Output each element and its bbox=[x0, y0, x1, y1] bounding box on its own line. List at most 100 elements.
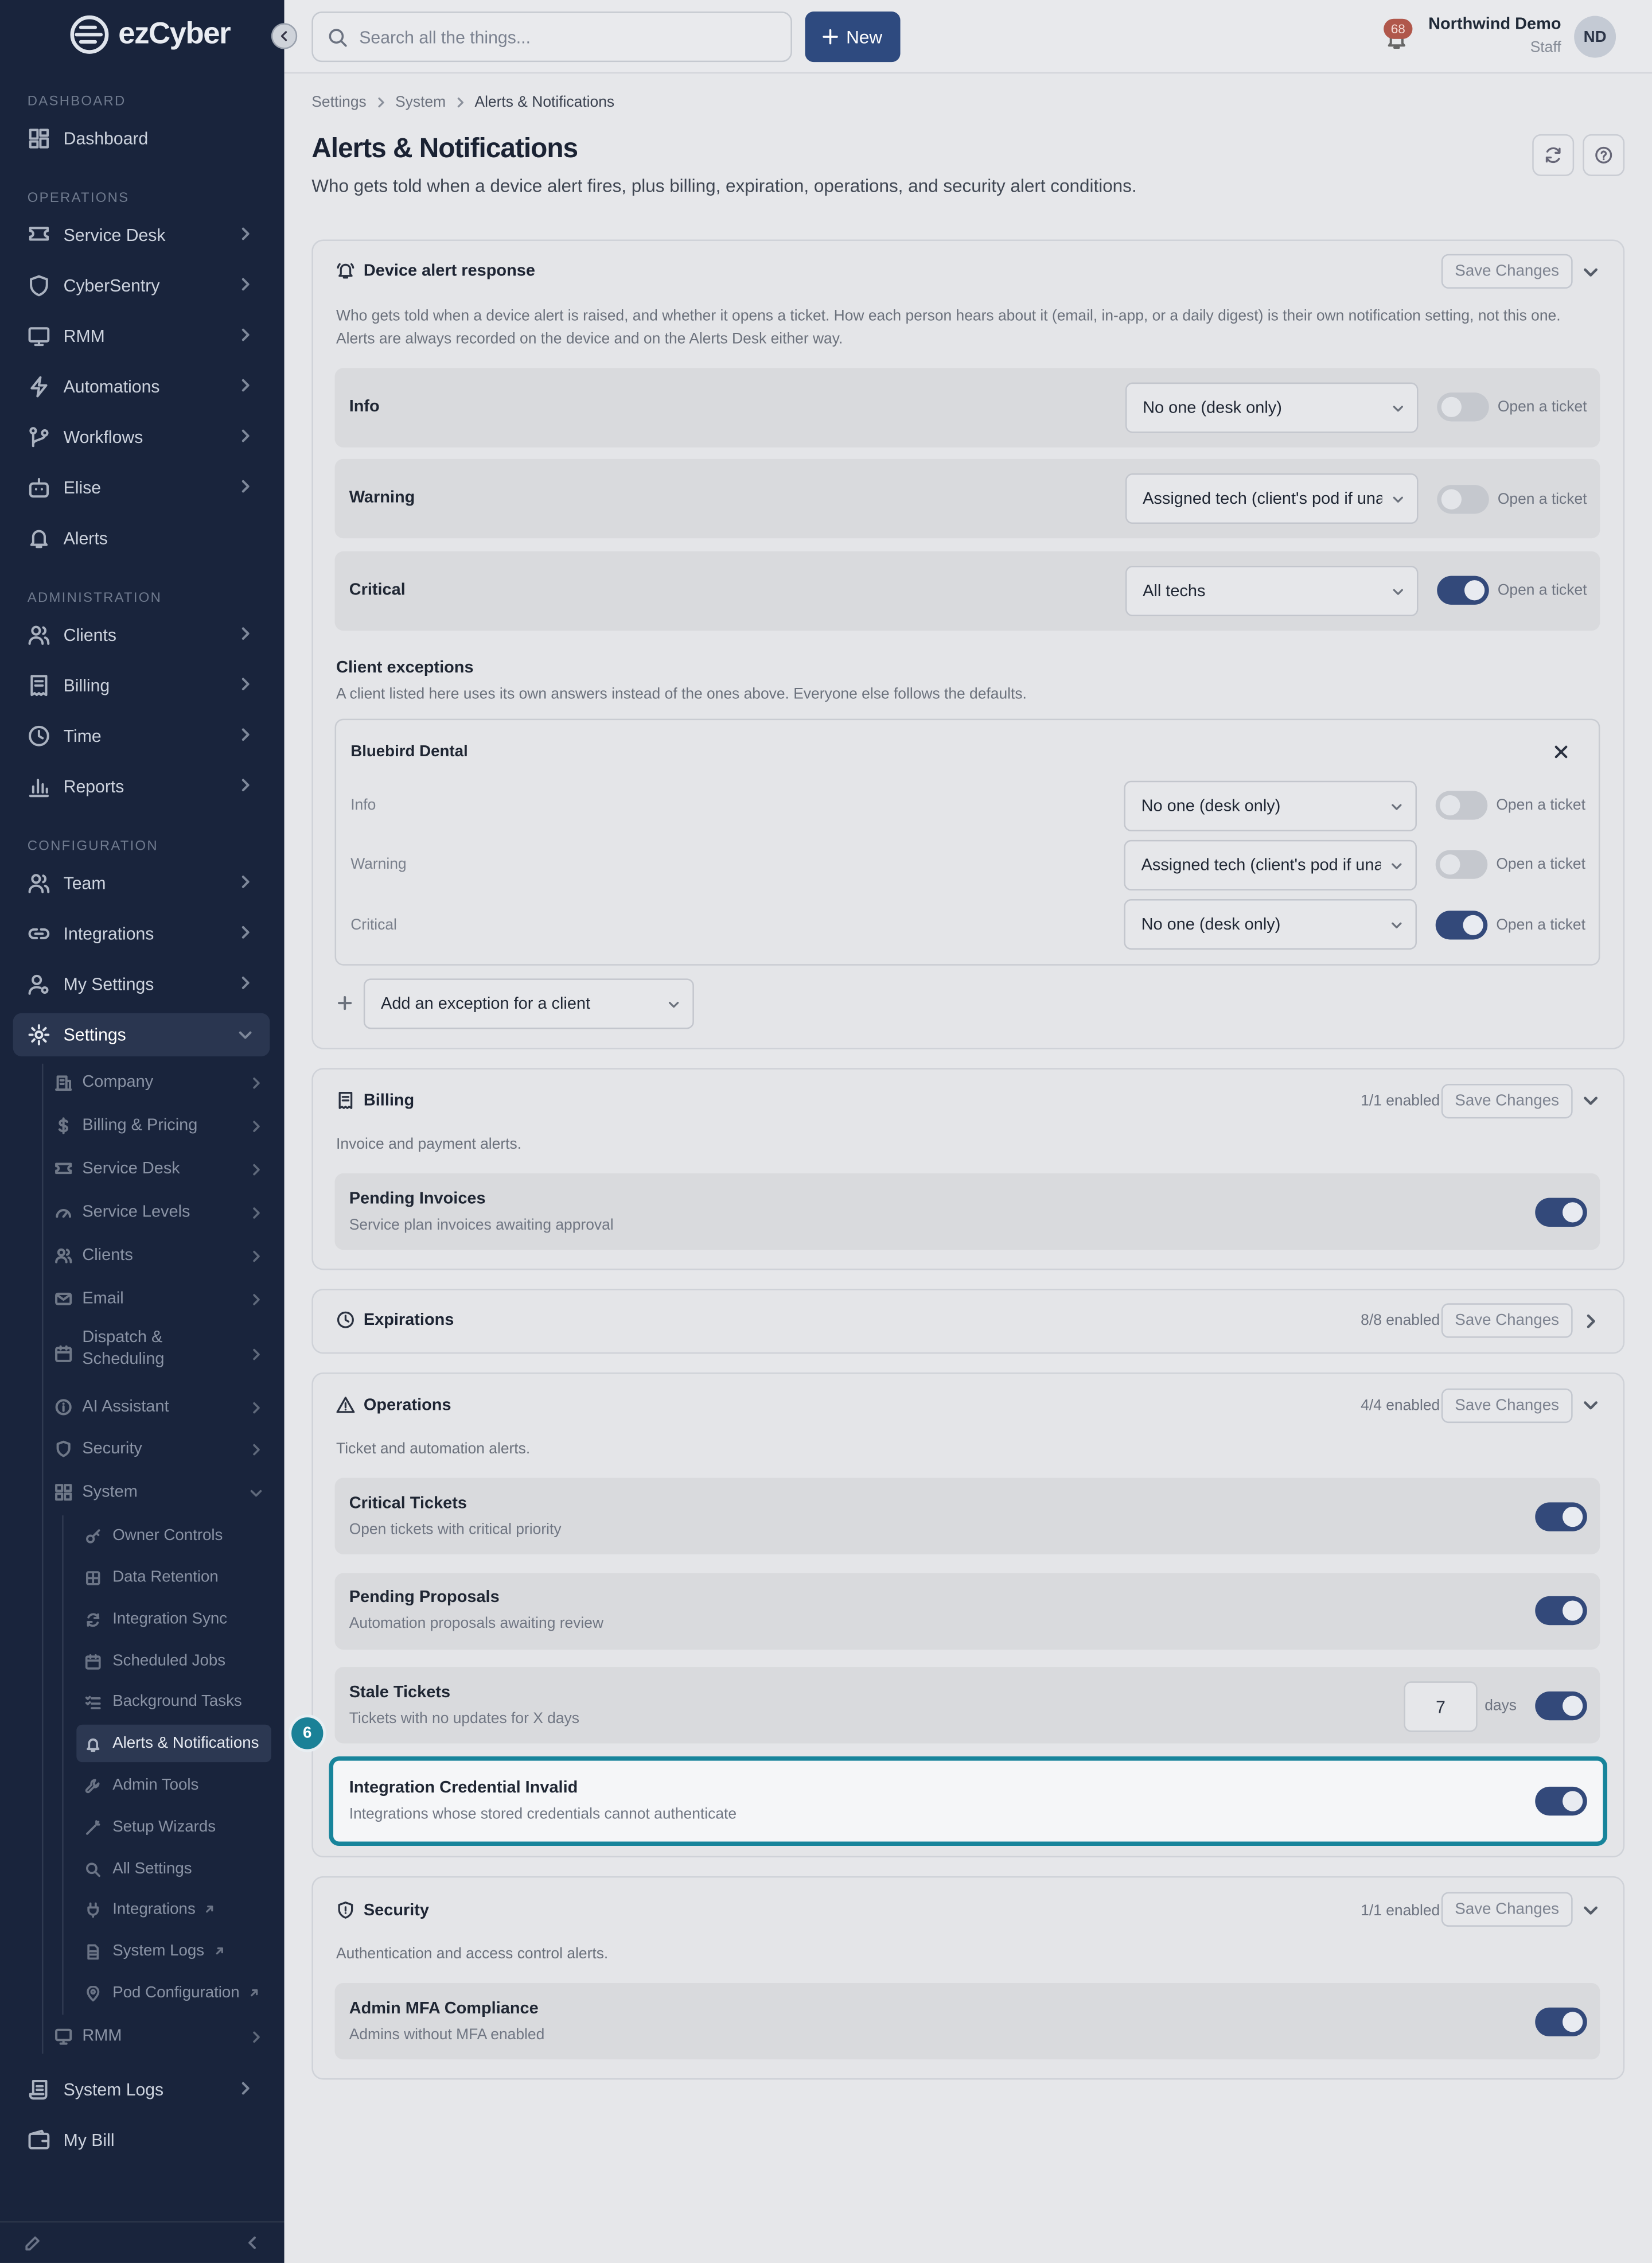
logo[interactable]: ezCyber bbox=[64, 14, 231, 55]
recipient-select-critical[interactable]: All techs bbox=[1125, 565, 1419, 617]
chevron-down-icon[interactable] bbox=[1583, 1092, 1599, 1109]
sidebar-item-billing[interactable]: Billing bbox=[28, 666, 270, 706]
system-sub-background-tasks[interactable]: Background Tasks bbox=[76, 1683, 271, 1720]
settings-sub-rmm[interactable]: RMM bbox=[55, 2019, 271, 2054]
collapse-sidebar-button[interactable] bbox=[271, 23, 298, 49]
system-sub-pod-configuration[interactable]: Pod Configuration bbox=[76, 1974, 271, 2012]
notification-count-badge[interactable]: 68 bbox=[1384, 18, 1413, 39]
system-sub-alerts-notifications[interactable]: Alerts & Notifications bbox=[76, 1724, 271, 1763]
system-sub-setup-wizards[interactable]: Setup Wizards bbox=[76, 1809, 271, 1846]
open-ticket-toggle-critical[interactable] bbox=[1437, 576, 1489, 605]
sidebar-item-integrations[interactable]: Integrations bbox=[28, 913, 270, 954]
settings-sub-security[interactable]: Security bbox=[55, 1432, 271, 1466]
sidebar-item-service-desk[interactable]: Service Desk bbox=[28, 215, 270, 255]
system-sub-admin-tools[interactable]: Admin Tools bbox=[76, 1767, 271, 1804]
billing-title: Billing bbox=[336, 1091, 414, 1110]
security-save-button[interactable]: Save Changes bbox=[1441, 1892, 1573, 1927]
exception-select-critical[interactable]: No one (desk only) bbox=[1124, 899, 1417, 950]
new-button[interactable]: New bbox=[805, 11, 901, 63]
collapse-sidebar-icon[interactable] bbox=[246, 2235, 260, 2250]
toggle-knob bbox=[1440, 795, 1460, 816]
exception-select-info[interactable]: No one (desk only) bbox=[1124, 780, 1417, 831]
sidebar-item-cybersentry[interactable]: CyberSentry bbox=[28, 266, 270, 306]
sidebar-item-system-logs[interactable]: System Logs bbox=[28, 2070, 270, 2110]
exception-ticket-toggle-info[interactable] bbox=[1435, 791, 1488, 820]
sub-label: Alerts & Notifications bbox=[112, 1735, 259, 1752]
desc-line-2: Alerts are always recorded on the device… bbox=[336, 330, 843, 348]
sub-label: All Settings bbox=[112, 1860, 192, 1878]
system-sub-scheduled-jobs[interactable]: Scheduled Jobs bbox=[76, 1642, 271, 1679]
exception-ticket-toggle-warning[interactable] bbox=[1435, 850, 1488, 879]
chevron-down-icon[interactable] bbox=[1583, 1397, 1599, 1413]
expirations-title[interactable]: Expirations bbox=[336, 1311, 454, 1329]
system-sub-data-retention[interactable]: Data Retention bbox=[76, 1559, 271, 1596]
pending-invoices-toggle[interactable] bbox=[1535, 1197, 1587, 1227]
sidebar-item-workflows[interactable]: Workflows bbox=[28, 417, 270, 457]
sidebar-item-my-bill[interactable]: My Bill bbox=[28, 2120, 270, 2160]
sidebar-item-rmm[interactable]: RMM bbox=[28, 316, 270, 356]
exception-ticket-toggle-critical[interactable] bbox=[1435, 911, 1488, 940]
system-sub-integrations[interactable]: Integrations bbox=[76, 1891, 271, 1928]
chevron-down-icon[interactable] bbox=[1583, 1902, 1599, 1918]
settings-sub-clients[interactable]: Clients bbox=[55, 1238, 271, 1273]
integration-credential-toggle[interactable] bbox=[1535, 1786, 1587, 1816]
settings-sub-billing-pricing[interactable]: Billing & Pricing bbox=[55, 1109, 271, 1143]
info-circle-icon bbox=[55, 1399, 72, 1416]
sidebar-item-elise[interactable]: Elise bbox=[28, 468, 270, 508]
operations-save-button[interactable]: Save Changes bbox=[1441, 1388, 1573, 1424]
billing-save-button[interactable]: Save Changes bbox=[1441, 1083, 1573, 1119]
help-button[interactable] bbox=[1583, 134, 1625, 176]
expirations-save-button[interactable]: Save Changes bbox=[1441, 1303, 1573, 1338]
open-ticket-toggle-info[interactable] bbox=[1437, 392, 1489, 422]
scroll-icon bbox=[29, 2080, 48, 2100]
sidebar-item-settings[interactable]: Settings bbox=[13, 1013, 270, 1057]
breadcrumb-settings[interactable]: Settings bbox=[311, 94, 366, 111]
sidebar-item-reports[interactable]: Reports bbox=[28, 767, 270, 807]
search-input[interactable]: Search all the things... bbox=[311, 11, 792, 63]
sidebar-item-my-settings[interactable]: My Settings bbox=[28, 964, 270, 1004]
remove-exception-close-icon[interactable] bbox=[1554, 745, 1568, 759]
system-sub-system-logs[interactable]: System Logs bbox=[76, 1933, 271, 1970]
system-sub-owner-controls[interactable]: Owner Controls bbox=[76, 1517, 271, 1554]
sidebar-item-automations[interactable]: Automations bbox=[28, 367, 270, 407]
pencil-icon[interactable] bbox=[25, 2235, 41, 2252]
settings-sub-system[interactable]: System bbox=[55, 1475, 271, 1510]
settings-sub-service-levels[interactable]: Service Levels bbox=[55, 1195, 271, 1230]
row-label: Pending Invoices bbox=[349, 1191, 486, 1208]
shield-icon bbox=[56, 1440, 71, 1457]
stale-tickets-toggle[interactable] bbox=[1535, 1691, 1587, 1721]
refresh-button[interactable] bbox=[1532, 134, 1575, 176]
device-save-button[interactable]: Save Changes bbox=[1441, 254, 1573, 289]
sidebar-item-alerts[interactable]: Alerts bbox=[28, 518, 270, 558]
system-sub-integration-sync[interactable]: Integration Sync bbox=[76, 1600, 271, 1638]
stale-days-input[interactable]: 7 bbox=[1404, 1681, 1478, 1732]
sub-label: Integrations bbox=[112, 1900, 196, 1918]
select-value: All techs bbox=[1143, 582, 1206, 600]
pending-proposals-toggle[interactable] bbox=[1535, 1596, 1587, 1626]
open-ticket-label: Open a ticket bbox=[1497, 581, 1587, 599]
add-exception-select[interactable]: Add an exception for a client bbox=[363, 978, 694, 1029]
sidebar-item-dashboard[interactable]: Dashboard bbox=[28, 118, 270, 158]
system-sub-all-settings[interactable]: All Settings bbox=[76, 1850, 271, 1888]
recipient-select-info[interactable]: No one (desk only) bbox=[1125, 382, 1419, 433]
recipient-select-warning[interactable]: Assigned tech (client's pod if unassigne… bbox=[1125, 473, 1419, 524]
avatar[interactable]: ND bbox=[1574, 15, 1616, 58]
chevron-right-icon[interactable] bbox=[1583, 1313, 1599, 1329]
sidebar-item-team[interactable]: Team bbox=[28, 863, 270, 903]
settings-sub-company[interactable]: Company bbox=[55, 1065, 271, 1099]
sub-label: Pod Configuration bbox=[112, 1984, 240, 2002]
settings-sub-service-desk[interactable]: Service Desk bbox=[55, 1152, 271, 1186]
open-ticket-toggle-warning[interactable] bbox=[1437, 485, 1489, 514]
admin-mfa-toggle[interactable] bbox=[1535, 2007, 1587, 2037]
sidebar-label: Automations bbox=[63, 376, 160, 397]
sidebar-item-clients[interactable]: Clients bbox=[28, 615, 270, 655]
settings-sub-ai-assistant[interactable]: AI Assistant bbox=[55, 1390, 271, 1424]
settings-sub-dispatch[interactable]: Dispatch & Scheduling bbox=[55, 1328, 271, 1380]
chevron-right-icon bbox=[238, 479, 252, 493]
critical-tickets-toggle[interactable] bbox=[1535, 1502, 1587, 1531]
sidebar-item-time[interactable]: Time bbox=[28, 716, 270, 756]
breadcrumb-system[interactable]: System bbox=[395, 94, 446, 111]
settings-sub-email[interactable]: Email bbox=[55, 1282, 271, 1316]
chevron-down-icon[interactable] bbox=[1583, 264, 1599, 280]
exception-select-warning[interactable]: Assigned tech (client's pod if unassigne… bbox=[1124, 839, 1417, 891]
